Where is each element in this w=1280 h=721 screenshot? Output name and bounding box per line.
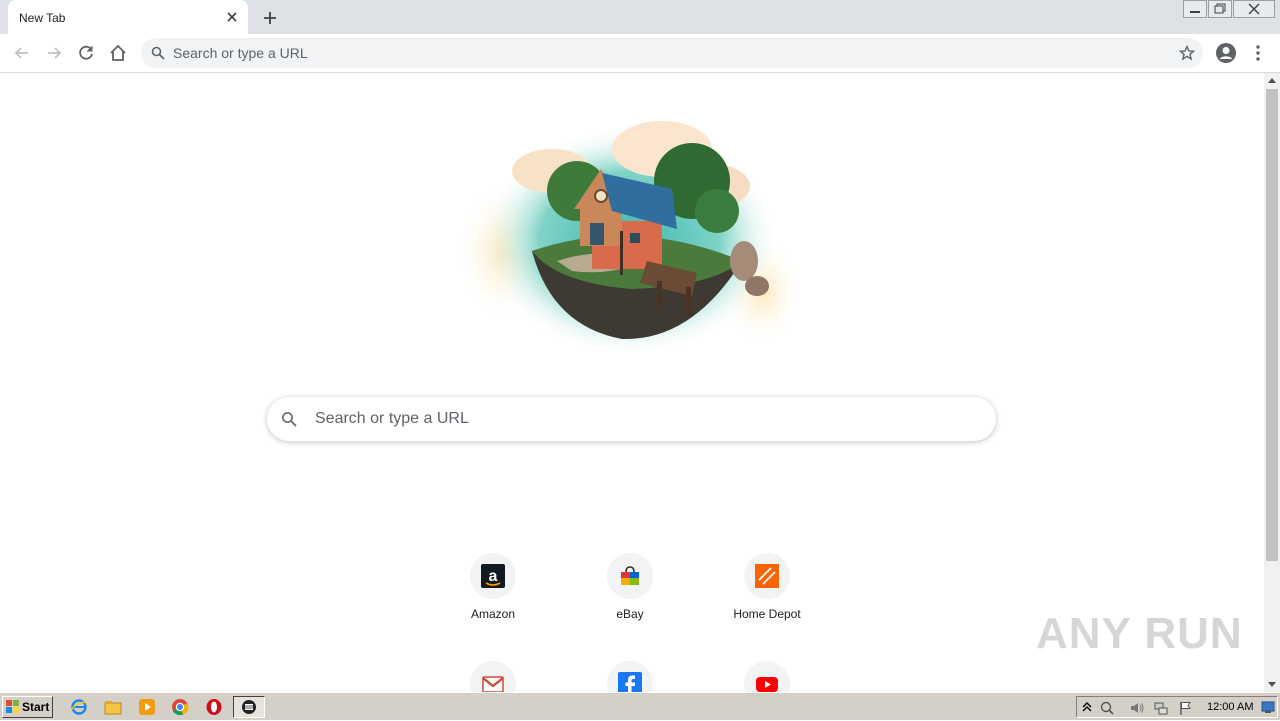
amazon-icon: a bbox=[470, 553, 516, 599]
restore-window-button[interactable] bbox=[1208, 0, 1232, 18]
close-tab-icon[interactable] bbox=[224, 9, 240, 25]
bookmark-star-icon[interactable] bbox=[1178, 44, 1196, 66]
omnibox-placeholder[interactable]: Search or type a URL bbox=[173, 45, 308, 61]
svg-text:a: a bbox=[489, 568, 498, 585]
search-icon[interactable] bbox=[1099, 700, 1115, 716]
browser-toolbar: Search or type a URL bbox=[0, 34, 1280, 73]
shortcut-ebay[interactable]: eBay bbox=[574, 553, 686, 633]
close-window-button[interactable] bbox=[1233, 0, 1275, 18]
back-icon[interactable] bbox=[11, 42, 33, 64]
minimize-window-button[interactable] bbox=[1183, 0, 1207, 18]
opera-icon[interactable] bbox=[205, 698, 223, 716]
profile-avatar-icon[interactable] bbox=[1215, 42, 1237, 69]
tab-title: New Tab bbox=[19, 11, 66, 25]
scroll-up-icon[interactable] bbox=[1268, 78, 1276, 83]
media-player-icon[interactable] bbox=[138, 698, 156, 716]
windows-taskbar: Start 12:00 AM bbox=[0, 692, 1280, 720]
network-icon[interactable] bbox=[1153, 700, 1169, 716]
facebook-icon bbox=[607, 661, 653, 692]
search-icon bbox=[281, 411, 297, 432]
tab-new-tab[interactable]: New Tab bbox=[8, 0, 248, 34]
shortcut-home-depot[interactable]: Home Depot bbox=[711, 553, 823, 633]
tab-strip: New Tab bbox=[0, 0, 1280, 34]
gmail-icon bbox=[470, 661, 516, 692]
omnibox[interactable]: Search or type a URL bbox=[141, 38, 1203, 68]
youtube-icon bbox=[744, 661, 790, 692]
home-depot-icon bbox=[744, 553, 790, 599]
shortcut-label: Home Depot bbox=[733, 607, 801, 621]
system-tray: 12:00 AM bbox=[1076, 696, 1278, 718]
shortcut-amazon[interactable]: a Amazon bbox=[437, 553, 549, 633]
taskbar-clock[interactable]: 12:00 AM bbox=[1207, 701, 1253, 713]
ebay-icon bbox=[607, 553, 653, 599]
new-tab-page: Search or type a URL a Amazon eBay Home … bbox=[0, 73, 1264, 692]
scroll-thumb[interactable] bbox=[1266, 89, 1278, 561]
shortcut-label: eBay bbox=[616, 607, 644, 621]
search-icon bbox=[151, 46, 165, 65]
new-tab-button[interactable] bbox=[260, 8, 280, 28]
home-icon[interactable] bbox=[107, 42, 129, 64]
start-button[interactable]: Start bbox=[2, 696, 53, 718]
search-placeholder[interactable]: Search or type a URL bbox=[315, 410, 469, 428]
reload-icon[interactable] bbox=[75, 42, 97, 64]
anyrun-watermark: ANY RUN bbox=[1036, 609, 1243, 658]
island-illustration bbox=[462, 121, 798, 356]
shortcut-label: Amazon bbox=[470, 607, 516, 621]
new-tab-search-box[interactable]: Search or type a URL bbox=[267, 397, 996, 441]
shortcut-gmail[interactable] bbox=[437, 661, 549, 692]
action-center-flag-icon[interactable] bbox=[1178, 700, 1194, 716]
forward-icon[interactable] bbox=[43, 42, 65, 64]
internet-explorer-icon[interactable] bbox=[70, 698, 88, 716]
scroll-down-icon[interactable] bbox=[1268, 682, 1276, 687]
active-taskbar-app[interactable] bbox=[233, 696, 265, 718]
shortcut-youtube[interactable] bbox=[711, 661, 823, 692]
file-explorer-icon[interactable] bbox=[104, 698, 122, 716]
app-window-icon bbox=[242, 700, 256, 714]
volume-icon[interactable] bbox=[1129, 700, 1145, 716]
start-label: Start bbox=[22, 700, 50, 714]
chrome-icon[interactable] bbox=[171, 698, 189, 716]
page-scrollbar[interactable] bbox=[1264, 73, 1280, 692]
kebab-menu-icon[interactable] bbox=[1250, 42, 1266, 69]
show-hidden-icons-icon[interactable] bbox=[1082, 701, 1092, 713]
show-desktop-icon[interactable] bbox=[1261, 700, 1275, 714]
windows-logo-icon bbox=[6, 700, 19, 713]
shortcut-facebook[interactable] bbox=[574, 661, 686, 692]
